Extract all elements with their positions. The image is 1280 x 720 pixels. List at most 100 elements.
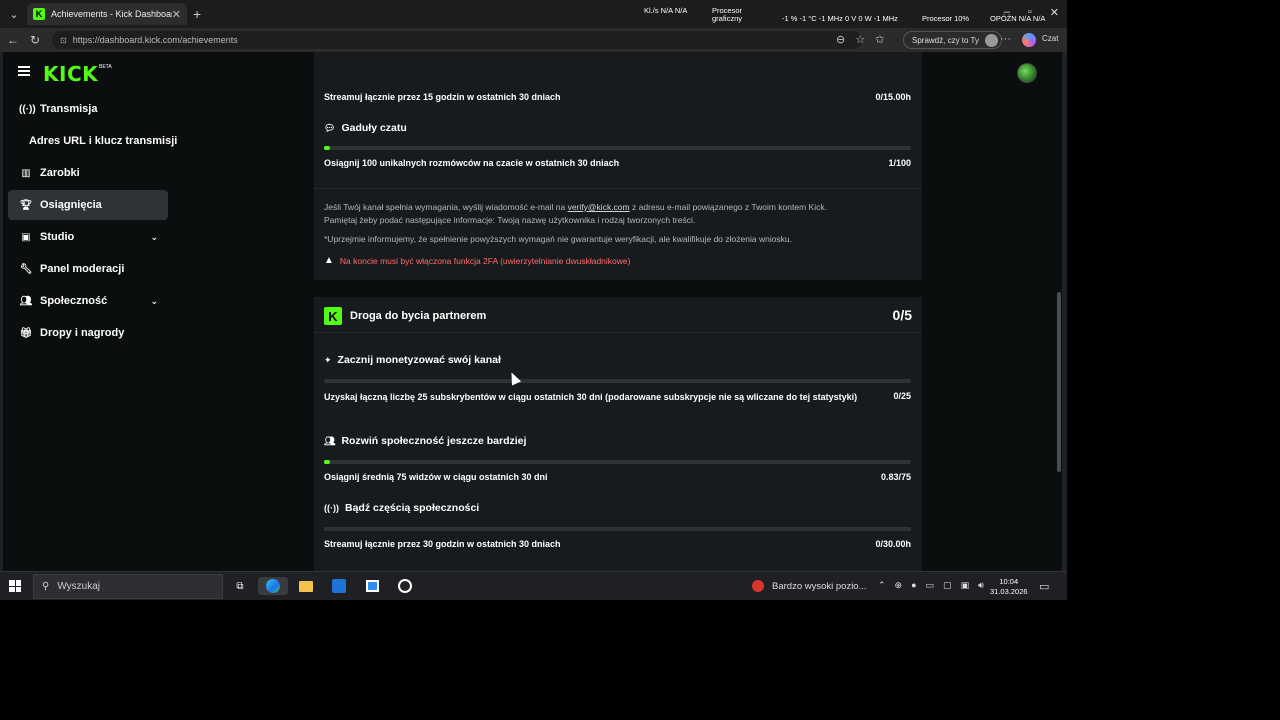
site-info-icon[interactable]: ⊡	[60, 36, 67, 45]
edge-browser-icon[interactable]	[258, 577, 288, 595]
tab-actions-icon[interactable]: ⌄	[4, 4, 24, 24]
subscribers-requirement: Uzyskaj łączną liczbę 25 subskrybentów w…	[324, 392, 858, 402]
trophy-icon: 🏆︎	[19, 199, 33, 211]
close-tab-icon[interactable]: ✕	[172, 8, 181, 21]
chat-section-title: 💬︎ Gaduły czatu	[324, 122, 407, 134]
verification-info: Jeśli Twój kanał spełnia wymagania, wyśl…	[324, 201, 914, 227]
taskbar-search[interactable]: ⚲ Wyszukaj	[33, 574, 223, 599]
tray-app-icon[interactable]: ▢	[943, 580, 952, 591]
tray-app-label: Bardzo wysoki pozio...	[772, 580, 867, 592]
tray-notification-app[interactable]: Bardzo wysoki pozio...	[752, 580, 867, 592]
notifications-icon[interactable]: ▭	[1039, 580, 1049, 593]
chevron-down-icon[interactable]: ⌄	[150, 232, 158, 243]
sidebar-item-label: Osiągnięcia	[40, 199, 102, 211]
windows-start-icon[interactable]	[9, 580, 21, 592]
favorites-icon[interactable]: ✩	[875, 33, 884, 46]
chat-bubble-icon: 💬︎	[324, 122, 336, 133]
maximize-icon[interactable]: ▫	[1028, 6, 1032, 19]
sidebar-item-transmisja[interactable]: ((·)) Transmisja	[8, 94, 168, 124]
taskbar-clock[interactable]: 10:04 31.03.2026	[990, 577, 1028, 597]
clock-date: 31.03.2026	[990, 587, 1028, 596]
address-bar[interactable]: ⊡ https://dashboard.kick.com/achievement…	[52, 31, 862, 49]
monetize-section-title: ✦ Zacznij monetyzować swój kanał	[324, 354, 501, 366]
divider	[314, 332, 922, 333]
network-icon[interactable]: ▣	[961, 580, 970, 591]
scrollbar-thumb[interactable]	[1057, 292, 1061, 472]
sidebar-item-zarobki[interactable]: ▥ Zarobki	[8, 158, 168, 188]
obs-app-icon[interactable]	[396, 577, 414, 595]
refresh-icon[interactable]: ↻	[24, 33, 46, 47]
more-options-icon[interactable]: ···	[1000, 33, 1011, 45]
sidebar-item-panel-moderacji[interactable]: 🔧︎ Panel moderacji	[8, 254, 168, 284]
clock-time: 10:04	[999, 577, 1019, 586]
sidebar-item-label: Studio	[40, 231, 75, 243]
community-icon: 👥︎	[324, 435, 336, 446]
chevron-up-icon[interactable]: ⌃	[878, 580, 886, 591]
sidebar-item-spolecznosc[interactable]: 👥︎ Społeczność ⌄	[8, 286, 168, 316]
studio-icon: ▣	[21, 231, 31, 243]
browser-toolbar: ← ↻ ⊡ https://dashboard.kick.com/achieve…	[0, 28, 1067, 52]
sidebar-item-stream-url-key[interactable]: Adres URL i klucz transmisji	[29, 135, 177, 147]
address-bar-actions: ⊖ ☆ ✩	[836, 33, 884, 46]
file-explorer-icon[interactable]	[297, 577, 315, 595]
wrench-icon: 🔧︎	[19, 263, 33, 275]
sidebar-item-dropy[interactable]: 🎁︎ Dropy i nagrody	[8, 318, 168, 348]
hud-network: Kl./s N/A N/A	[644, 6, 688, 15]
info-line1-post: z adresu e-mail powiązanego z Twoim kont…	[629, 202, 827, 212]
url-text: https://dashboard.kick.com/achievements	[72, 35, 238, 45]
new-tab-icon[interactable]: +	[193, 6, 201, 22]
be-part-section-title: ((·)) Bądź częścią społeczności	[324, 502, 479, 514]
community-section-title-text: Rozwiń społeczność jeszcze bardziej	[341, 435, 527, 447]
screen: ⌄ K Achievements - Kick Dashboard ✕ + Kl…	[0, 0, 1067, 600]
page-scrollbar[interactable]	[1056, 52, 1062, 571]
info-line2: Pamiętaj żeby podać następujące informac…	[324, 215, 696, 225]
window-controls: – ▫ ✕	[1004, 6, 1059, 19]
back-icon[interactable]: ←	[2, 33, 24, 47]
czat-label[interactable]: Czat	[1042, 34, 1058, 43]
sidebar-item-osiagniecia[interactable]: 🏆︎ Osiągnięcia	[8, 190, 168, 220]
monetize-section-title-text: Zacznij monetyzować swój kanał	[337, 354, 501, 366]
profile-avatar-icon	[985, 34, 998, 47]
user-avatar[interactable]	[1017, 63, 1037, 83]
stream-hours-value: 0/15.00h	[875, 92, 911, 102]
stream-30h-value: 0/30.00h	[875, 539, 911, 549]
chat-progress-bar	[324, 146, 911, 150]
outlook-icon[interactable]	[330, 577, 348, 595]
windows-taskbar: ⚲ Wyszukaj ⧉ Bardzo wysoki pozio... ⌃ ⊕ …	[0, 571, 1067, 600]
subscribers-progress-bar	[324, 379, 911, 383]
tray-usb-icon[interactable]: ⊕	[895, 580, 903, 591]
community-icon: 👥︎	[19, 295, 33, 307]
broadcast-icon: ((·))	[19, 103, 36, 115]
chevron-down-icon[interactable]: ⌄	[150, 296, 158, 307]
menu-icon[interactable]	[18, 66, 30, 76]
chart-icon: ▥	[21, 167, 31, 179]
task-view-icon[interactable]: ⧉	[231, 577, 249, 595]
tray-display-icon[interactable]: ▭	[926, 580, 935, 591]
profile-check-button[interactable]: Sprawdź, czy to Ty	[903, 31, 1002, 49]
hud-gpu-values: -1 % -1 °C -1 MHz 0 V 0 W -1 MHz	[782, 14, 898, 23]
microphone-icon[interactable]: ●	[911, 580, 916, 591]
sidebar-item-label: Zarobki	[40, 167, 80, 179]
kick-k-icon: K	[324, 307, 342, 325]
reader-icon[interactable]: ⊖	[836, 33, 845, 46]
chat-progress-fill	[324, 146, 330, 150]
minimize-icon[interactable]: –	[1004, 6, 1010, 19]
kick-favicon-icon: K	[33, 8, 45, 20]
close-window-icon[interactable]: ✕	[1050, 6, 1059, 19]
favorite-star-icon[interactable]: ☆	[855, 33, 865, 46]
browser-tab[interactable]: K Achievements - Kick Dashboard ✕	[27, 3, 187, 25]
profile-check-label: Sprawdź, czy to Ty	[912, 35, 979, 45]
volume-icon[interactable]: 🔊︎	[978, 580, 984, 591]
sidebar-item-label: Społeczność	[40, 295, 108, 307]
tab-title: Achievements - Kick Dashboard	[51, 9, 172, 19]
copilot-icon[interactable]	[1022, 33, 1036, 47]
sidebar-item-studio[interactable]: ▣ Studio ⌄	[8, 222, 168, 252]
verify-email-link[interactable]: verify@kick.com	[568, 202, 630, 212]
warning-icon: ▲	[324, 255, 334, 266]
viewers-progress-fill	[324, 460, 331, 464]
store-icon[interactable]	[363, 577, 381, 595]
sidebar-item-label: Dropy i nagrody	[40, 327, 125, 339]
beta-badge: BETA	[99, 64, 112, 70]
kick-logo[interactable]: KICK	[43, 62, 98, 86]
viewers-requirement: Osiągnij średnią 75 widzów w ciągu ostat…	[324, 472, 548, 482]
